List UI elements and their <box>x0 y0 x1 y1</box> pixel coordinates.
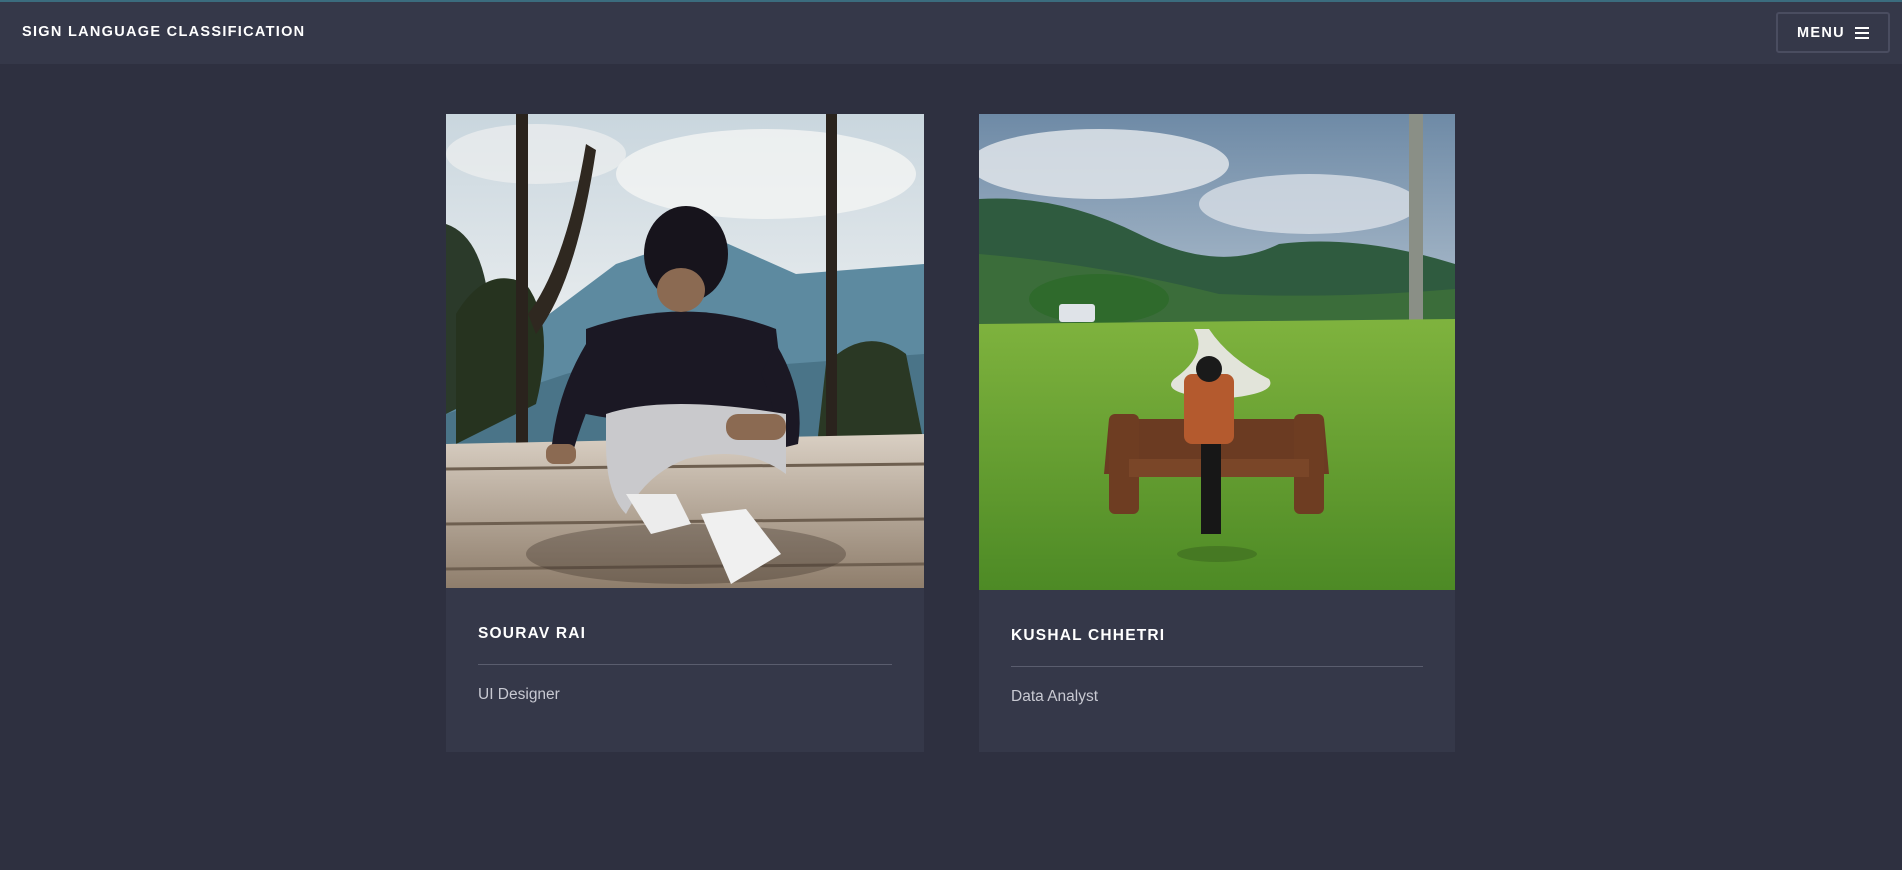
team-member-photo <box>446 114 924 588</box>
divider <box>478 664 892 665</box>
team-member-name: SOURAV RAI <box>478 625 587 642</box>
team-member-name: KUSHAL CHHETRI <box>1011 627 1166 644</box>
team-member-card: KUSHAL CHHETRI Data Analyst <box>979 114 1455 752</box>
header-accent-line <box>0 0 1902 2</box>
hamburger-icon <box>1854 26 1869 39</box>
top-navbar: SIGN LANGUAGE CLASSIFICATION MENU <box>0 0 1902 64</box>
site-title[interactable]: SIGN LANGUAGE CLASSIFICATION <box>22 24 305 40</box>
team-member-card: SOURAV RAI UI Designer <box>446 114 924 752</box>
menu-label: MENU <box>1797 24 1845 41</box>
team-member-role: UI Designer <box>478 686 560 703</box>
team-member-role: Data Analyst <box>1011 688 1099 705</box>
menu-button[interactable]: MENU <box>1776 12 1890 53</box>
team-member-photo <box>979 114 1455 590</box>
divider <box>1011 666 1423 667</box>
